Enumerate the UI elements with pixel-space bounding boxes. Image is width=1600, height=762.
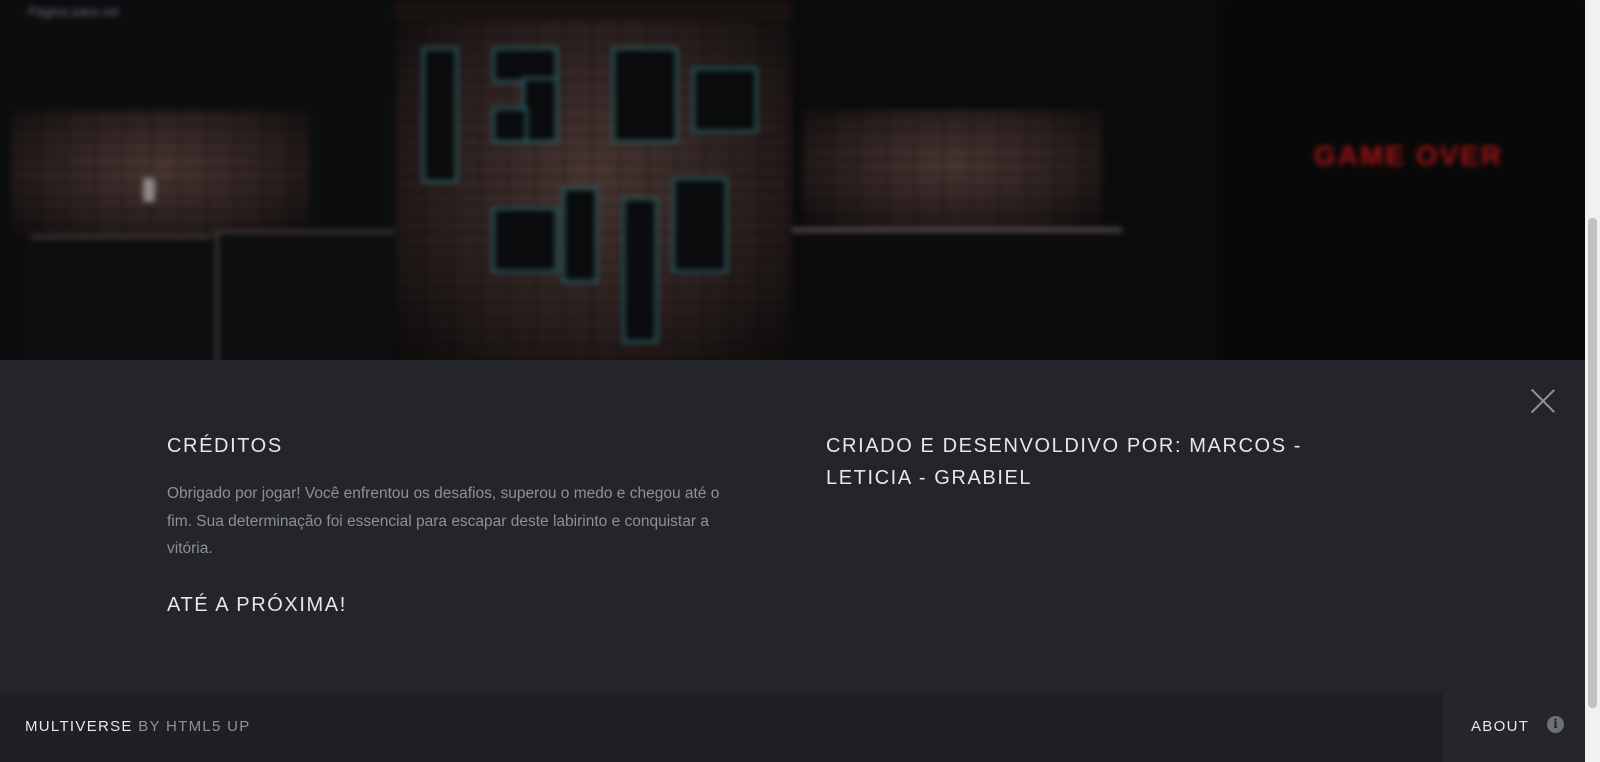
maze-wall (425, 50, 455, 180)
footer-brand[interactable]: MULTIVERSE BY HTML5 UP (25, 718, 251, 735)
brand-name: MULTIVERSE (25, 718, 133, 735)
credits-left-column: CRÉDITOS Obrigado por jogar! Você enfren… (167, 430, 747, 621)
maze-wall (495, 210, 555, 270)
gallery-top-text: Página para ver (28, 4, 120, 19)
farewell-heading: ATÉ A PRÓXIMA! (167, 593, 347, 616)
maze-wall (495, 110, 525, 140)
gameover-title: GAME OVER (1314, 140, 1504, 171)
close-icon[interactable] (1530, 388, 1556, 414)
about-label: ABOUT (1471, 718, 1530, 735)
brick-wall-image (802, 110, 1102, 230)
maze-wall (525, 80, 555, 140)
maze-wall (615, 50, 675, 140)
maze-wall (565, 190, 595, 280)
brand-byline: BY HTML5 UP (132, 718, 251, 735)
floor-block (215, 230, 395, 364)
footer-bar: MULTIVERSE BY HTML5 UP ABOUT i (0, 692, 1585, 762)
info-icon: i (1547, 716, 1564, 733)
maze-wall (495, 50, 555, 80)
floor-block (30, 235, 210, 359)
credits-title: CRÉDITOS (167, 435, 283, 457)
credits-panel: CRÉDITOS Obrigado por jogar! Você enfren… (0, 360, 1585, 692)
about-button[interactable]: ABOUT i (1443, 692, 1585, 762)
scrollbar-thumb[interactable] (1588, 218, 1597, 708)
authors-heading: CRIADO E DESENVOLDIVO POR: MARCOS - LETI… (826, 435, 1303, 489)
maze-wall (625, 200, 655, 340)
maze-wall (695, 70, 755, 130)
player-sprite (143, 178, 155, 202)
credits-right-column: CRIADO E DESENVOLDIVO POR: MARCOS - LETI… (826, 430, 1386, 494)
maze-wall (675, 180, 725, 270)
credits-text: Obrigado por jogar! Você enfrentou os de… (167, 485, 720, 557)
ledge (792, 228, 1122, 232)
brick-wall-image (10, 110, 310, 240)
page-scrollbar[interactable] (1585, 0, 1600, 762)
